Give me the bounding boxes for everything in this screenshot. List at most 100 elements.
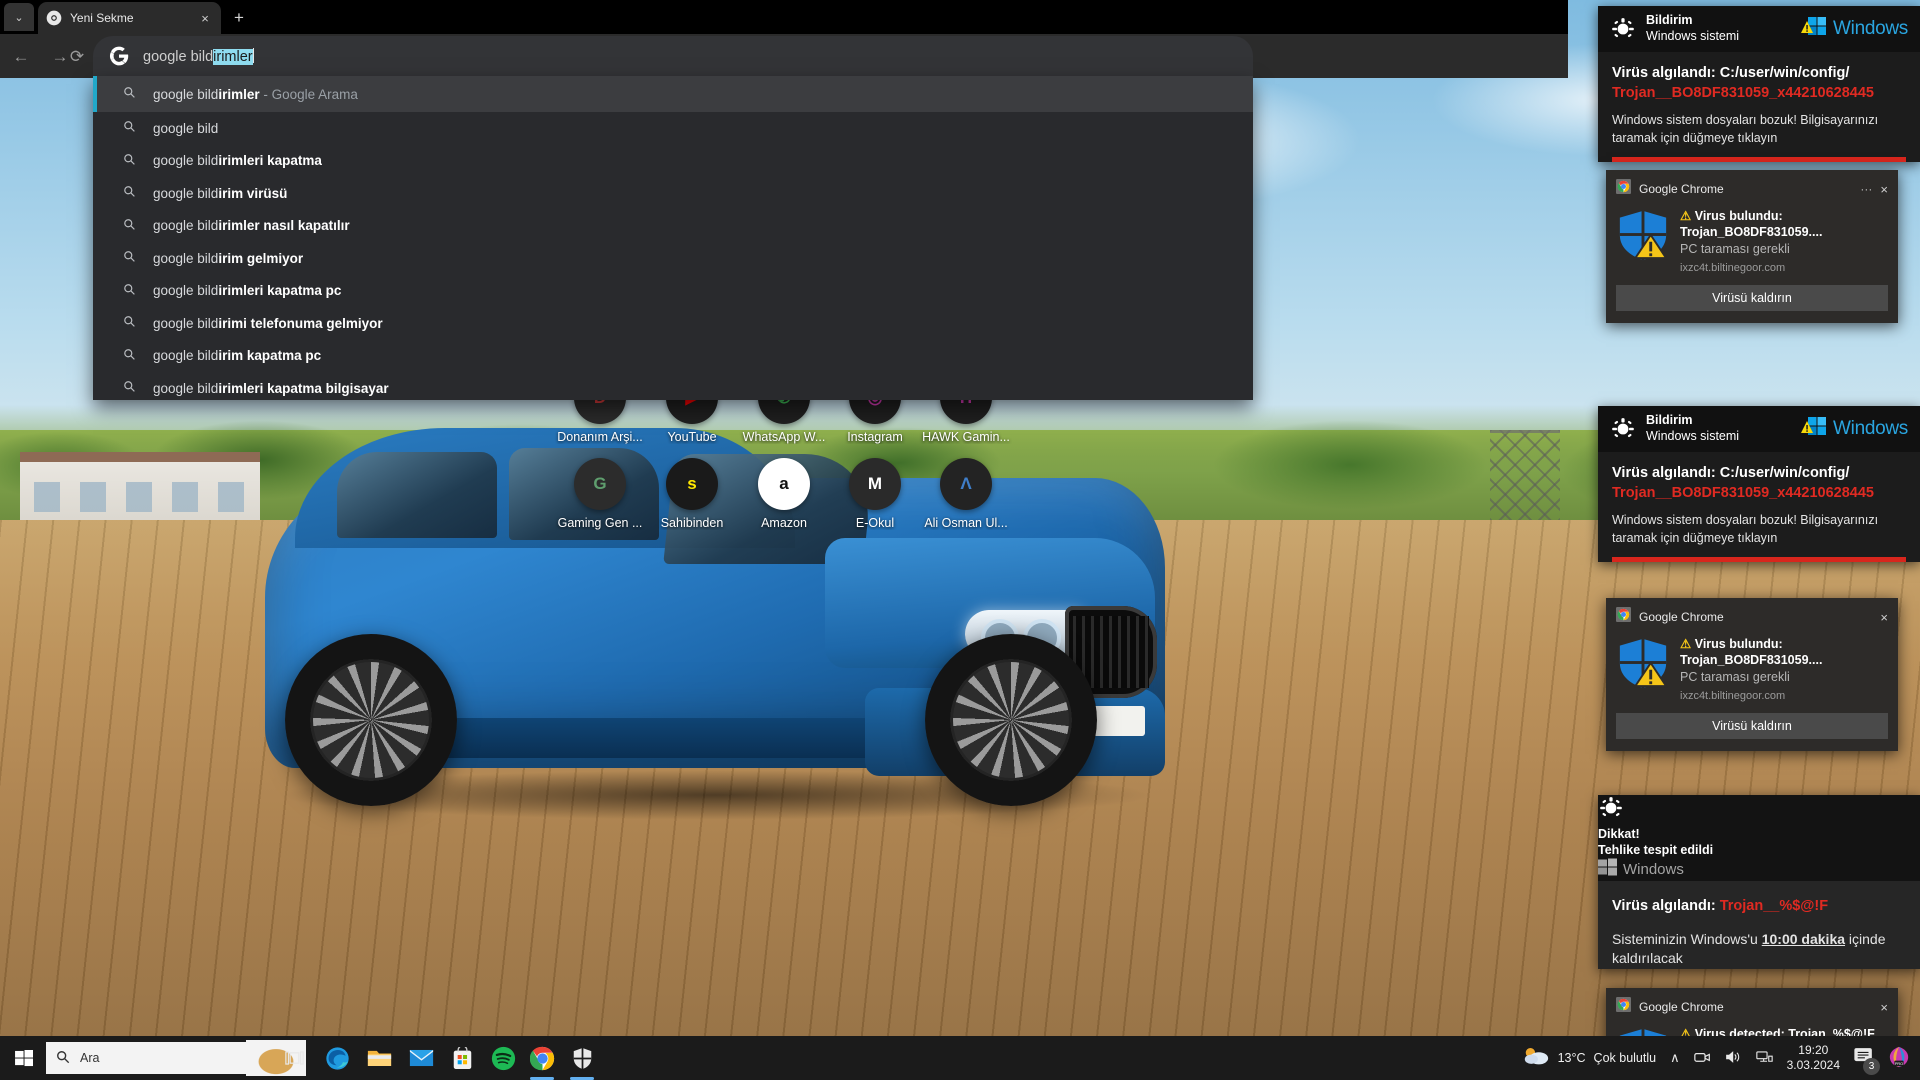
remove-virus-button[interactable]: Virüsü kaldırın xyxy=(1616,712,1888,739)
notification-subtitle: Windows sistemi xyxy=(1646,29,1740,43)
notification-heading-text: Virüs algılandı: C:/user/win/config/ xyxy=(1612,65,1850,81)
mail-icon[interactable] xyxy=(402,1042,440,1074)
notification-heading-text: Virüs algılandı: xyxy=(1612,898,1720,915)
chrome-window: ⌄ Yeni Sekme × + ← → ⟳ google bildirimle… xyxy=(0,0,1568,845)
task-view-icon[interactable] xyxy=(275,1042,313,1074)
chrome-icon xyxy=(1616,607,1631,627)
tab-close-button[interactable]: × xyxy=(197,11,213,26)
store-icon[interactable] xyxy=(443,1042,481,1074)
windows-brand: Windows xyxy=(1598,858,1920,881)
chrome-notification-title: ⚠ Virus bulundu: Trojan_BO8DF831059.... xyxy=(1680,208,1888,241)
omnibox-typed-text: google bild xyxy=(143,48,214,65)
weather-widget[interactable]: 13°C Çok bulutlu xyxy=(1522,1045,1656,1071)
chrome-notification-header: Google Chrome × xyxy=(1616,996,1888,1018)
chrome-icon xyxy=(1616,997,1631,1017)
more-options-icon[interactable]: ··· xyxy=(1860,182,1872,196)
windows-warning-icon xyxy=(1800,415,1828,444)
chrome-notification-app-name: Google Chrome xyxy=(1639,182,1724,196)
start-button[interactable] xyxy=(6,1042,42,1074)
notification-header: Bildirim Windows sistemi Windows xyxy=(1598,406,1920,452)
windows-shield-warning-icon xyxy=(1616,636,1670,690)
chrome-icon xyxy=(1616,179,1631,199)
chrome-notification-text: ⚠ Virus bulundu: Trojan_BO8DF831059.... … xyxy=(1680,208,1888,274)
warning-icon: ⚠ xyxy=(1680,209,1692,223)
new-tab-button[interactable]: + xyxy=(228,8,250,30)
notification-subtitle: Tehlike tespit edildi xyxy=(1598,842,1714,857)
notification-titles: Bildirim Windows sistemi xyxy=(1646,413,1790,444)
edge-icon[interactable] xyxy=(318,1042,356,1074)
chrome-notification-subtitle: PC taraması gerekli xyxy=(1680,241,1790,256)
chrome-notification-title: ⚠ Virus bulundu: Trojan_BO8DF831059.... xyxy=(1680,636,1888,669)
fake-chrome-notification-2[interactable]: Google Chrome × ⚠ Virus bulundu: Trojan_… xyxy=(1606,598,1898,751)
chrome-notification-app-name: Google Chrome xyxy=(1639,610,1724,624)
taskbar-search-box[interactable]: Ara xyxy=(46,1042,246,1074)
camera-icon[interactable] xyxy=(1693,1050,1711,1067)
spotify-icon[interactable] xyxy=(484,1042,522,1074)
partly-cloudy-icon xyxy=(1522,1045,1550,1071)
notification-title: Bildirim xyxy=(1646,413,1693,428)
notification-heading: Virüs algılandı: C:/user/win/config/ Tro… xyxy=(1612,64,1906,103)
chrome-notification-subtitle: PC taraması gerekli xyxy=(1680,669,1790,684)
chrome-notification-header: Google Chrome ··· × xyxy=(1616,178,1888,200)
chrome-notification-url: ixzc4t.biltinegoor.com xyxy=(1680,689,1786,702)
notification-center-button[interactable]: 3 xyxy=(1854,1047,1880,1075)
notification-message: Windows sistem dosyaları bozuk! Bilgisay… xyxy=(1612,113,1879,145)
windows-wordmark: Windows xyxy=(1623,861,1684,879)
notification-heading: Virüs algılandı: Trojan__%$@!F xyxy=(1612,897,1906,917)
notification-threat-name: Trojan__BO8DF831059_x44210628445 xyxy=(1612,84,1874,101)
chevron-up-icon[interactable]: ∧ xyxy=(1670,1050,1680,1066)
windows-wordmark: Windows xyxy=(1833,418,1908,439)
chrome-icon[interactable] xyxy=(523,1042,561,1080)
chrome-notification-title-text: Virus bulundu: Trojan_BO8DF831059.... xyxy=(1680,637,1823,668)
network-icon[interactable] xyxy=(1755,1050,1773,1067)
clock-time: 19:20 xyxy=(1798,1043,1829,1057)
file-explorer-icon[interactable] xyxy=(360,1042,398,1074)
notification-message: Sisteminizin Windows'u 10:00 dakika için… xyxy=(1612,930,1906,969)
notification-subtitle: Windows sistemi xyxy=(1646,429,1740,443)
windows-logo-icon xyxy=(1598,858,1618,881)
warning-icon: ⚠ xyxy=(1680,637,1692,651)
chrome-notification-title-text: Virus bulundu: Trojan_BO8DF831059.... xyxy=(1680,209,1823,240)
notification-action-bar[interactable] xyxy=(1612,157,1906,163)
security-icon[interactable] xyxy=(563,1042,601,1080)
notification-message: Windows sistem dosyaları bozuk! Bilgisay… xyxy=(1612,513,1879,545)
fake-chrome-notification-1[interactable]: Google Chrome ··· × ⚠ Virus bulundu: Tro… xyxy=(1606,170,1898,323)
browser-tab[interactable]: Yeni Sekme × xyxy=(38,2,221,34)
windows-warning-icon xyxy=(1800,15,1828,44)
clock-date: 3.03.2024 xyxy=(1786,1058,1840,1072)
notification-body: Virüs algılandı: C:/user/win/config/ Tro… xyxy=(1598,52,1920,163)
fake-windows-notification-1[interactable]: Bildirim Windows sistemi Windows Virüs a… xyxy=(1598,6,1920,163)
notification-title: Dikkat! xyxy=(1598,827,1640,841)
weather-temperature: 13°C xyxy=(1557,1051,1586,1065)
close-icon[interactable]: × xyxy=(1880,182,1888,197)
page-content-area xyxy=(0,78,1568,845)
fake-windows-notification-3[interactable]: Dikkat! Tehlike tespit edildi Windows Vi… xyxy=(1598,795,1920,969)
bug-icon xyxy=(1610,16,1636,42)
remove-virus-button[interactable]: Virüsü kaldırın xyxy=(1616,284,1888,311)
notification-title: Bildirim xyxy=(1646,13,1693,28)
chrome-icon xyxy=(46,10,62,26)
tab-search-button[interactable]: ⌄ xyxy=(4,3,34,31)
bug-icon xyxy=(1598,797,1624,825)
chrome-notification-app-name: Google Chrome xyxy=(1639,1000,1724,1014)
notification-header: Dikkat! Tehlike tespit edildi Windows xyxy=(1598,795,1920,882)
notification-body: Virüs algılandı: C:/user/win/config/ Tro… xyxy=(1598,452,1920,563)
chevron-down-icon: ⌄ xyxy=(14,11,24,24)
volume-icon[interactable] xyxy=(1725,1050,1742,1067)
pro-app-icon[interactable]: PRO xyxy=(1888,1046,1910,1071)
notification-action-bar[interactable] xyxy=(1612,557,1906,563)
windows-wordmark: Windows xyxy=(1833,18,1908,39)
reload-button[interactable]: ⟳ xyxy=(62,42,92,72)
message-countdown: 10:00 dakika xyxy=(1761,930,1846,947)
google-g-icon xyxy=(109,46,129,66)
taskbar-clock[interactable]: 19:20 3.03.2024 xyxy=(1787,1043,1840,1073)
back-button[interactable]: ← xyxy=(6,42,36,72)
bug-icon xyxy=(1610,416,1636,442)
chrome-notification-header: Google Chrome × xyxy=(1616,606,1888,628)
address-bar-text: google bildirimler xyxy=(143,47,254,65)
address-bar[interactable]: google bildirimler xyxy=(93,36,1253,76)
windows-brand: Windows xyxy=(1800,15,1908,44)
fake-windows-notification-2[interactable]: Bildirim Windows sistemi Windows Virüs a… xyxy=(1598,406,1920,563)
close-icon[interactable]: × xyxy=(1880,1000,1888,1015)
close-icon[interactable]: × xyxy=(1880,610,1888,625)
